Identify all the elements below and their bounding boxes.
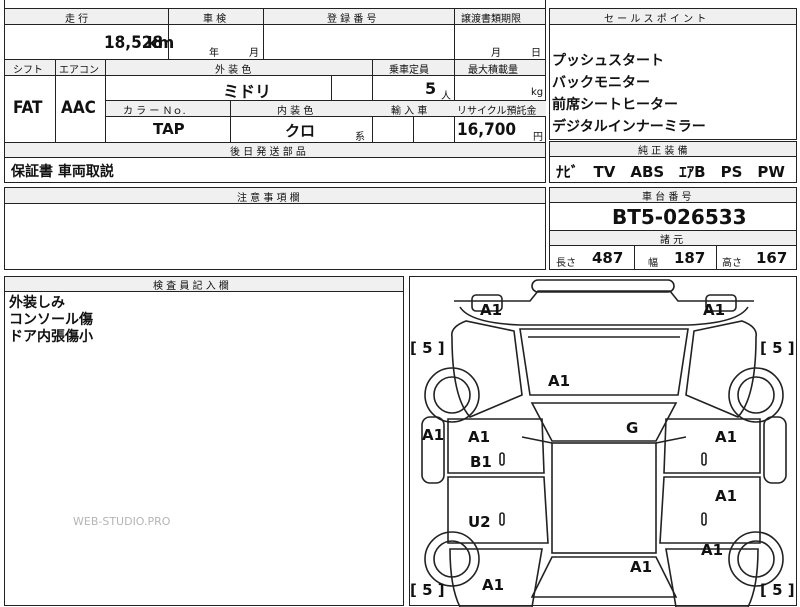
height-value: 167 (756, 249, 788, 267)
damage-mark: A1 (701, 541, 724, 559)
inspector-notes-title: 検 査 員 記 入 欄 (153, 281, 229, 292)
damage-mark: A1 (715, 487, 738, 505)
color-no-label: カ ラ ー Ｎｏ. (123, 106, 186, 117)
ac-value: AAC (61, 98, 96, 118)
inspector-notes-box: 検 査 員 記 入 欄 外装しみ コンソール傷 ドア内張傷小 WEB-STUDI… (4, 276, 404, 606)
length-value: 487 (592, 249, 624, 267)
shift-label: シフト (13, 65, 43, 76)
chassis-box: 車 台 番 号 BT5-026533 諸 元 長さ 487 幅 187 高さ 1… (549, 187, 797, 270)
dimensions-title: 諸 元 (660, 235, 684, 246)
inspector-note-line: コンソール傷 (9, 312, 93, 328)
sales-points-box: セ ー ル ス ポ イ ン ト プッシュスタート バックモニター 前席シートヒー… (549, 8, 797, 140)
caution-box: 注 意 事 項 欄 (4, 187, 546, 270)
height-label: 高さ (722, 258, 742, 269)
damage-mark: A1 (468, 428, 491, 446)
genuine-equipment-title: 純 正 装 備 (638, 146, 688, 157)
chassis-title: 車 台 番 号 (642, 192, 692, 203)
tire-front-left-rating: [ 5 ] (410, 339, 445, 357)
capacity-label: 乗車定員 (389, 65, 429, 76)
damage-mark: A1 (548, 372, 571, 390)
mileage-label: 走 行 (65, 14, 89, 25)
maxload-unit: kg (531, 87, 544, 98)
capacity-value: 5 (425, 79, 437, 98)
later-parts-label: 後 日 発 送 部 品 (230, 147, 306, 158)
damage-mark: A1 (630, 558, 653, 576)
damage-mark: G (626, 419, 639, 437)
tire-rear-right-rating: [ 5 ] (760, 581, 795, 599)
sales-points-title: セ ー ル ス ポ イ ン ト (604, 14, 707, 25)
damage-mark: A1 (715, 428, 738, 446)
inspection-label: 車 検 (203, 14, 227, 25)
header-table: 走 行 車 検 登 録 番 号 譲渡書類期限 18,528 km 年 月 月 日 (4, 8, 546, 60)
transfer-day-unit: 日 (531, 48, 541, 59)
interior-label: 内 装 色 (277, 106, 314, 117)
interior-unit: 系 (355, 132, 365, 143)
damage-mark: A1 (482, 576, 505, 594)
maxload-label: 最大積載量 (468, 65, 518, 76)
recycle-label: リサイクル預託金 (457, 106, 537, 117)
length-label: 長さ (556, 258, 576, 269)
sales-point-item: デジタルインナーミラー (552, 119, 706, 135)
car-diagram-box: [ 5 ] [ 5 ] [ 5 ] [ 5 ] A1 A1 A1 G A1 A1… (409, 276, 797, 607)
tire-front-right-rating: [ 5 ] (760, 339, 795, 357)
sales-point-item: 前席シートヒーター (552, 97, 678, 113)
width-label: 幅 (648, 258, 658, 269)
genuine-equipment-value: ﾅﾋﾞ TV ABS ｴｱB PS PW (556, 163, 785, 181)
inspector-note-line: 外装しみ (9, 295, 65, 311)
ac-label: エアコン (59, 65, 99, 76)
inspection-year-unit: 年 (209, 48, 219, 59)
mileage-unit: km (147, 33, 175, 52)
sales-point-item: プッシュスタート (552, 53, 664, 69)
exterior-label: 外 装 色 (215, 65, 252, 76)
transfer-label: 譲渡書類期限 (461, 14, 521, 25)
damage-mark: U2 (468, 513, 491, 531)
top-stub-row (4, 0, 546, 9)
watermark: WEB-STUDIO.PRO (73, 515, 171, 528)
exterior-value: ミドリ (223, 82, 272, 101)
transfer-month-unit: 月 (491, 48, 501, 59)
chassis-number: BT5-026533 (612, 205, 747, 229)
damage-mark: A1 (480, 301, 503, 319)
sales-point-item: バックモニター (552, 75, 650, 91)
recycle-unit: 円 (533, 132, 543, 143)
shift-value: FAT (13, 98, 43, 118)
registration-label: 登 録 番 号 (327, 14, 377, 25)
interior-value: クロ (285, 122, 316, 140)
damage-mark: A1 (703, 301, 726, 319)
damage-mark: A1 (422, 426, 445, 444)
width-value: 187 (674, 249, 706, 267)
import-label: 輸 入 車 (391, 106, 428, 117)
genuine-equipment-box: 純 正 装 備 ﾅﾋﾞ TV ABS ｴｱB PS PW (549, 141, 797, 183)
tire-rear-left-rating: [ 5 ] (410, 581, 445, 599)
color-no-value: TAP (153, 120, 185, 138)
caution-title: 注 意 事 項 欄 (237, 193, 300, 204)
recycle-value: 16,700 (457, 120, 517, 140)
inspector-note-line: ドア内張傷小 (9, 329, 93, 345)
later-parts-value: 保証書 車両取説 (11, 164, 114, 180)
inspection-month-unit: 月 (249, 48, 259, 59)
spec-table: シフト エアコン 外 装 色 乗車定員 最大積載量 ミドリ 5 人 kg カ ラ… (4, 59, 546, 183)
damage-mark: B1 (470, 453, 492, 471)
